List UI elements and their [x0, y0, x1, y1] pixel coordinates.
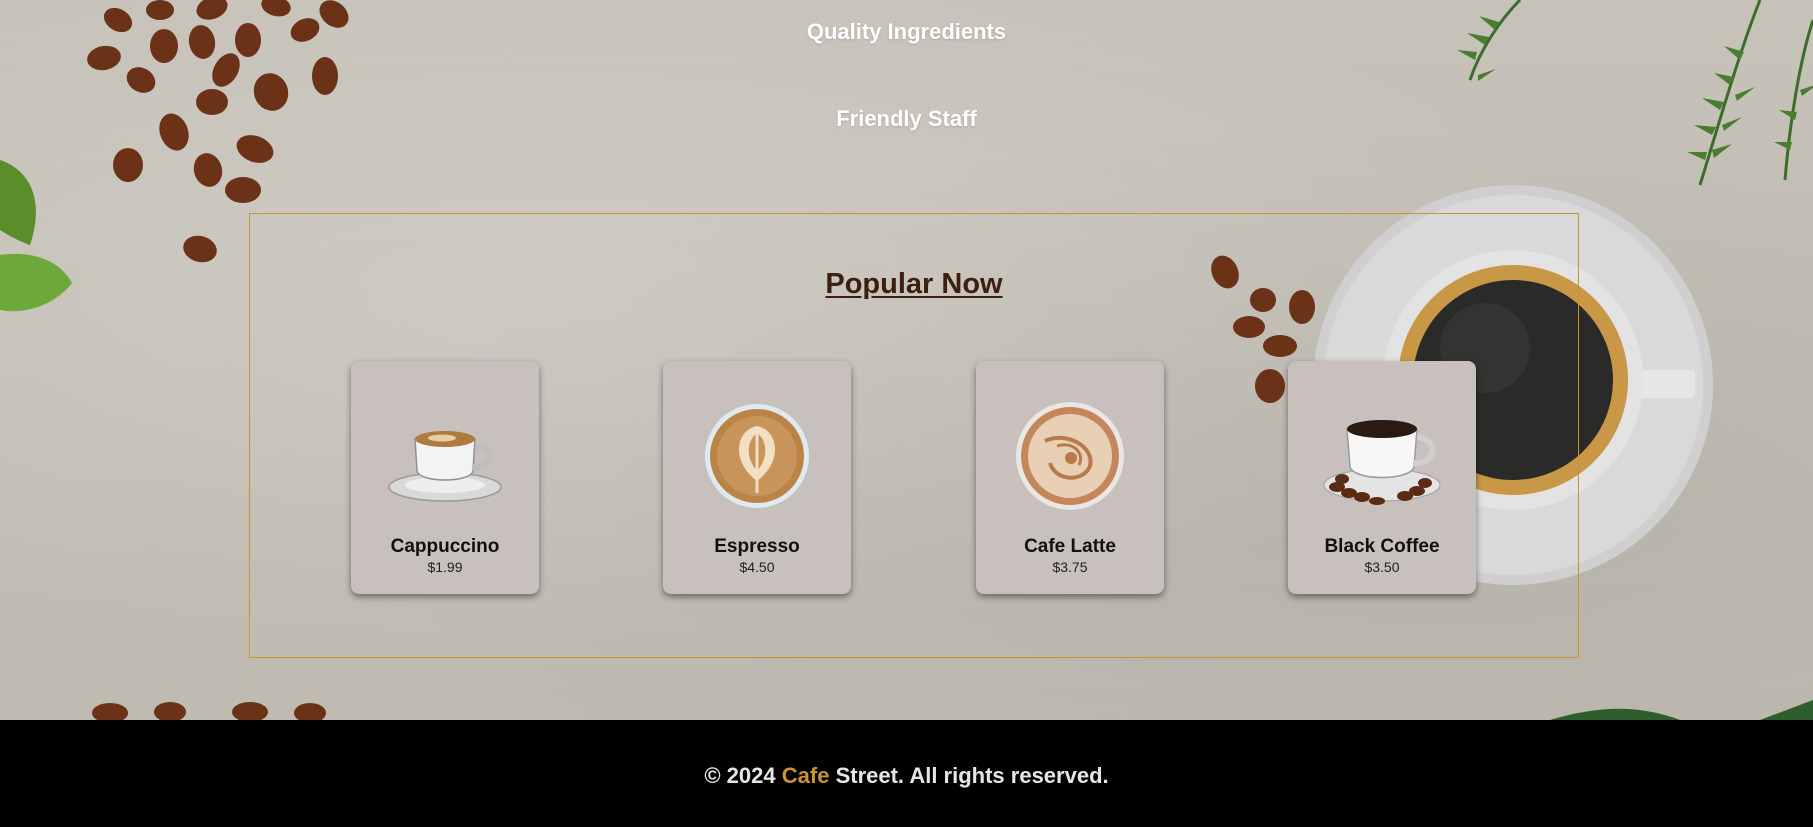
feature-friendly-staff: Friendly Staff — [836, 106, 977, 131]
copyright-year: © 2024 — [704, 763, 776, 788]
footer-brand: Cafe — [781, 763, 830, 788]
leaf-decoration — [0, 160, 72, 312]
latte-art-icon — [705, 404, 809, 508]
popular-now-section: Popular Now Cappuccino $1.99 Espresso $4… — [249, 213, 1579, 658]
site-footer: © 2024 Cafe Street. All rights reserved. — [0, 720, 1813, 827]
product-price: $3.50 — [1364, 559, 1400, 575]
feature-quality-ingredients: Quality Ingredients — [806, 19, 1007, 44]
product-name: Cafe Latte — [1024, 536, 1116, 557]
product-price: $4.50 — [739, 559, 775, 575]
product-name: Cappuccino — [390, 536, 500, 557]
product-card-cafe-latte[interactable]: Cafe Latte $3.75 — [976, 361, 1164, 594]
product-name: Espresso — [714, 536, 800, 557]
black-coffee-cup-icon — [1323, 420, 1441, 505]
product-card-cappuccino[interactable]: Cappuccino $1.99 — [351, 361, 539, 594]
latte-foam-icon — [1016, 402, 1124, 510]
product-card-black-coffee[interactable]: Black Coffee $3.50 — [1288, 361, 1476, 594]
footer-rights-text: Street. All rights reserved. — [835, 763, 1109, 788]
product-card-espresso[interactable]: Espresso $4.50 — [663, 361, 851, 594]
product-price: $1.99 — [427, 559, 463, 575]
cappuccino-cup-icon — [388, 431, 502, 502]
section-title: Popular Now — [825, 268, 1003, 300]
bottom-leaf-decoration — [1550, 700, 1813, 720]
product-price: $3.75 — [1052, 559, 1088, 575]
product-name: Black Coffee — [1324, 536, 1440, 557]
footer-copyright: © 2024 Cafe Street. All rights reserved. — [0, 763, 1813, 789]
